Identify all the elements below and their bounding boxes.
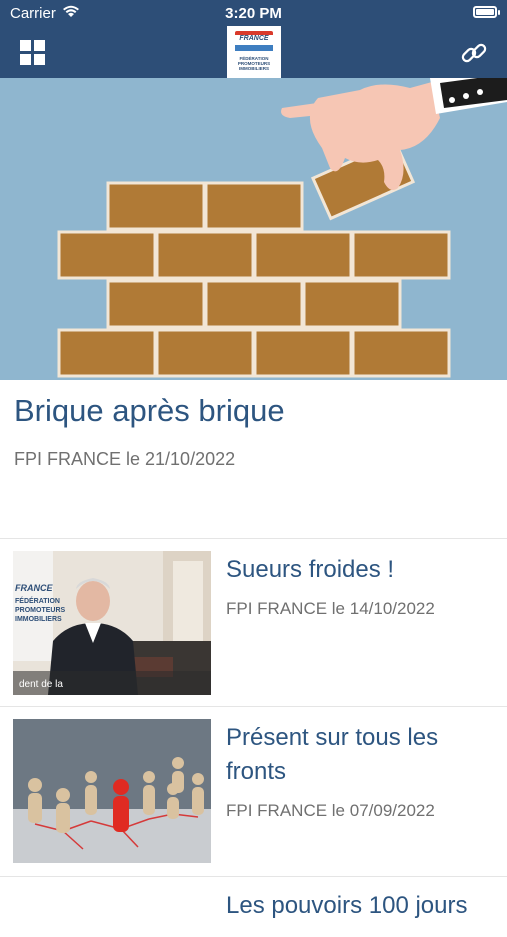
status-bar: Carrier 3:20 PM <box>0 0 507 26</box>
article-meta: FPI FRANCE le 14/10/2022 <box>226 599 435 618</box>
list-item[interactable]: FRANCE FÉDÉRATION PROMOTEURS IMMOBILIERS… <box>0 538 507 707</box>
thumbnail-logo-brand: FRANCE <box>15 583 53 593</box>
clock: 3:20 PM <box>225 5 282 22</box>
thumbnail-caption: dent de la <box>19 679 63 690</box>
featured-meta: FPI FRANCE le 21/10/2022 <box>14 449 236 469</box>
article-title[interactable]: Présent sur tous les fronts <box>226 721 496 789</box>
article-title[interactable]: Sueurs froides ! <box>226 553 496 587</box>
brick-wall-illustration <box>0 78 507 380</box>
battery-icon <box>473 6 500 18</box>
link-icon[interactable] <box>459 38 489 68</box>
fpi-logo: FRANCE FÉDÉRATION PROMOTEURS IMMOBILIERS <box>227 26 281 78</box>
logo-fullname: FÉDÉRATION PROMOTEURS IMMOBILIERS <box>237 56 271 71</box>
top-navbar: FRANCE FÉDÉRATION PROMOTEURS IMMOBILIERS <box>0 26 507 78</box>
featured-image[interactable] <box>0 78 507 380</box>
article-title[interactable]: Les pouvoirs 100 jours <box>226 889 496 923</box>
grid-menu-button[interactable] <box>20 40 46 66</box>
list-item[interactable]: Les pouvoirs 100 jours <box>0 876 507 937</box>
article-thumbnail <box>13 719 211 863</box>
grid-icon <box>20 40 31 51</box>
thumbnail-logo-text: FÉDÉRATION PROMOTEURS IMMOBILIERS <box>15 598 66 623</box>
logo-brand: FRANCE <box>239 35 269 42</box>
article-thumbnail: FRANCE FÉDÉRATION PROMOTEURS IMMOBILIERS… <box>13 551 211 695</box>
article-meta: FPI FRANCE le 07/09/2022 <box>226 801 435 820</box>
list-item[interactable]: Présent sur tous les fronts FPI FRANCE l… <box>0 706 507 877</box>
featured-title[interactable]: Brique après brique <box>14 393 285 429</box>
